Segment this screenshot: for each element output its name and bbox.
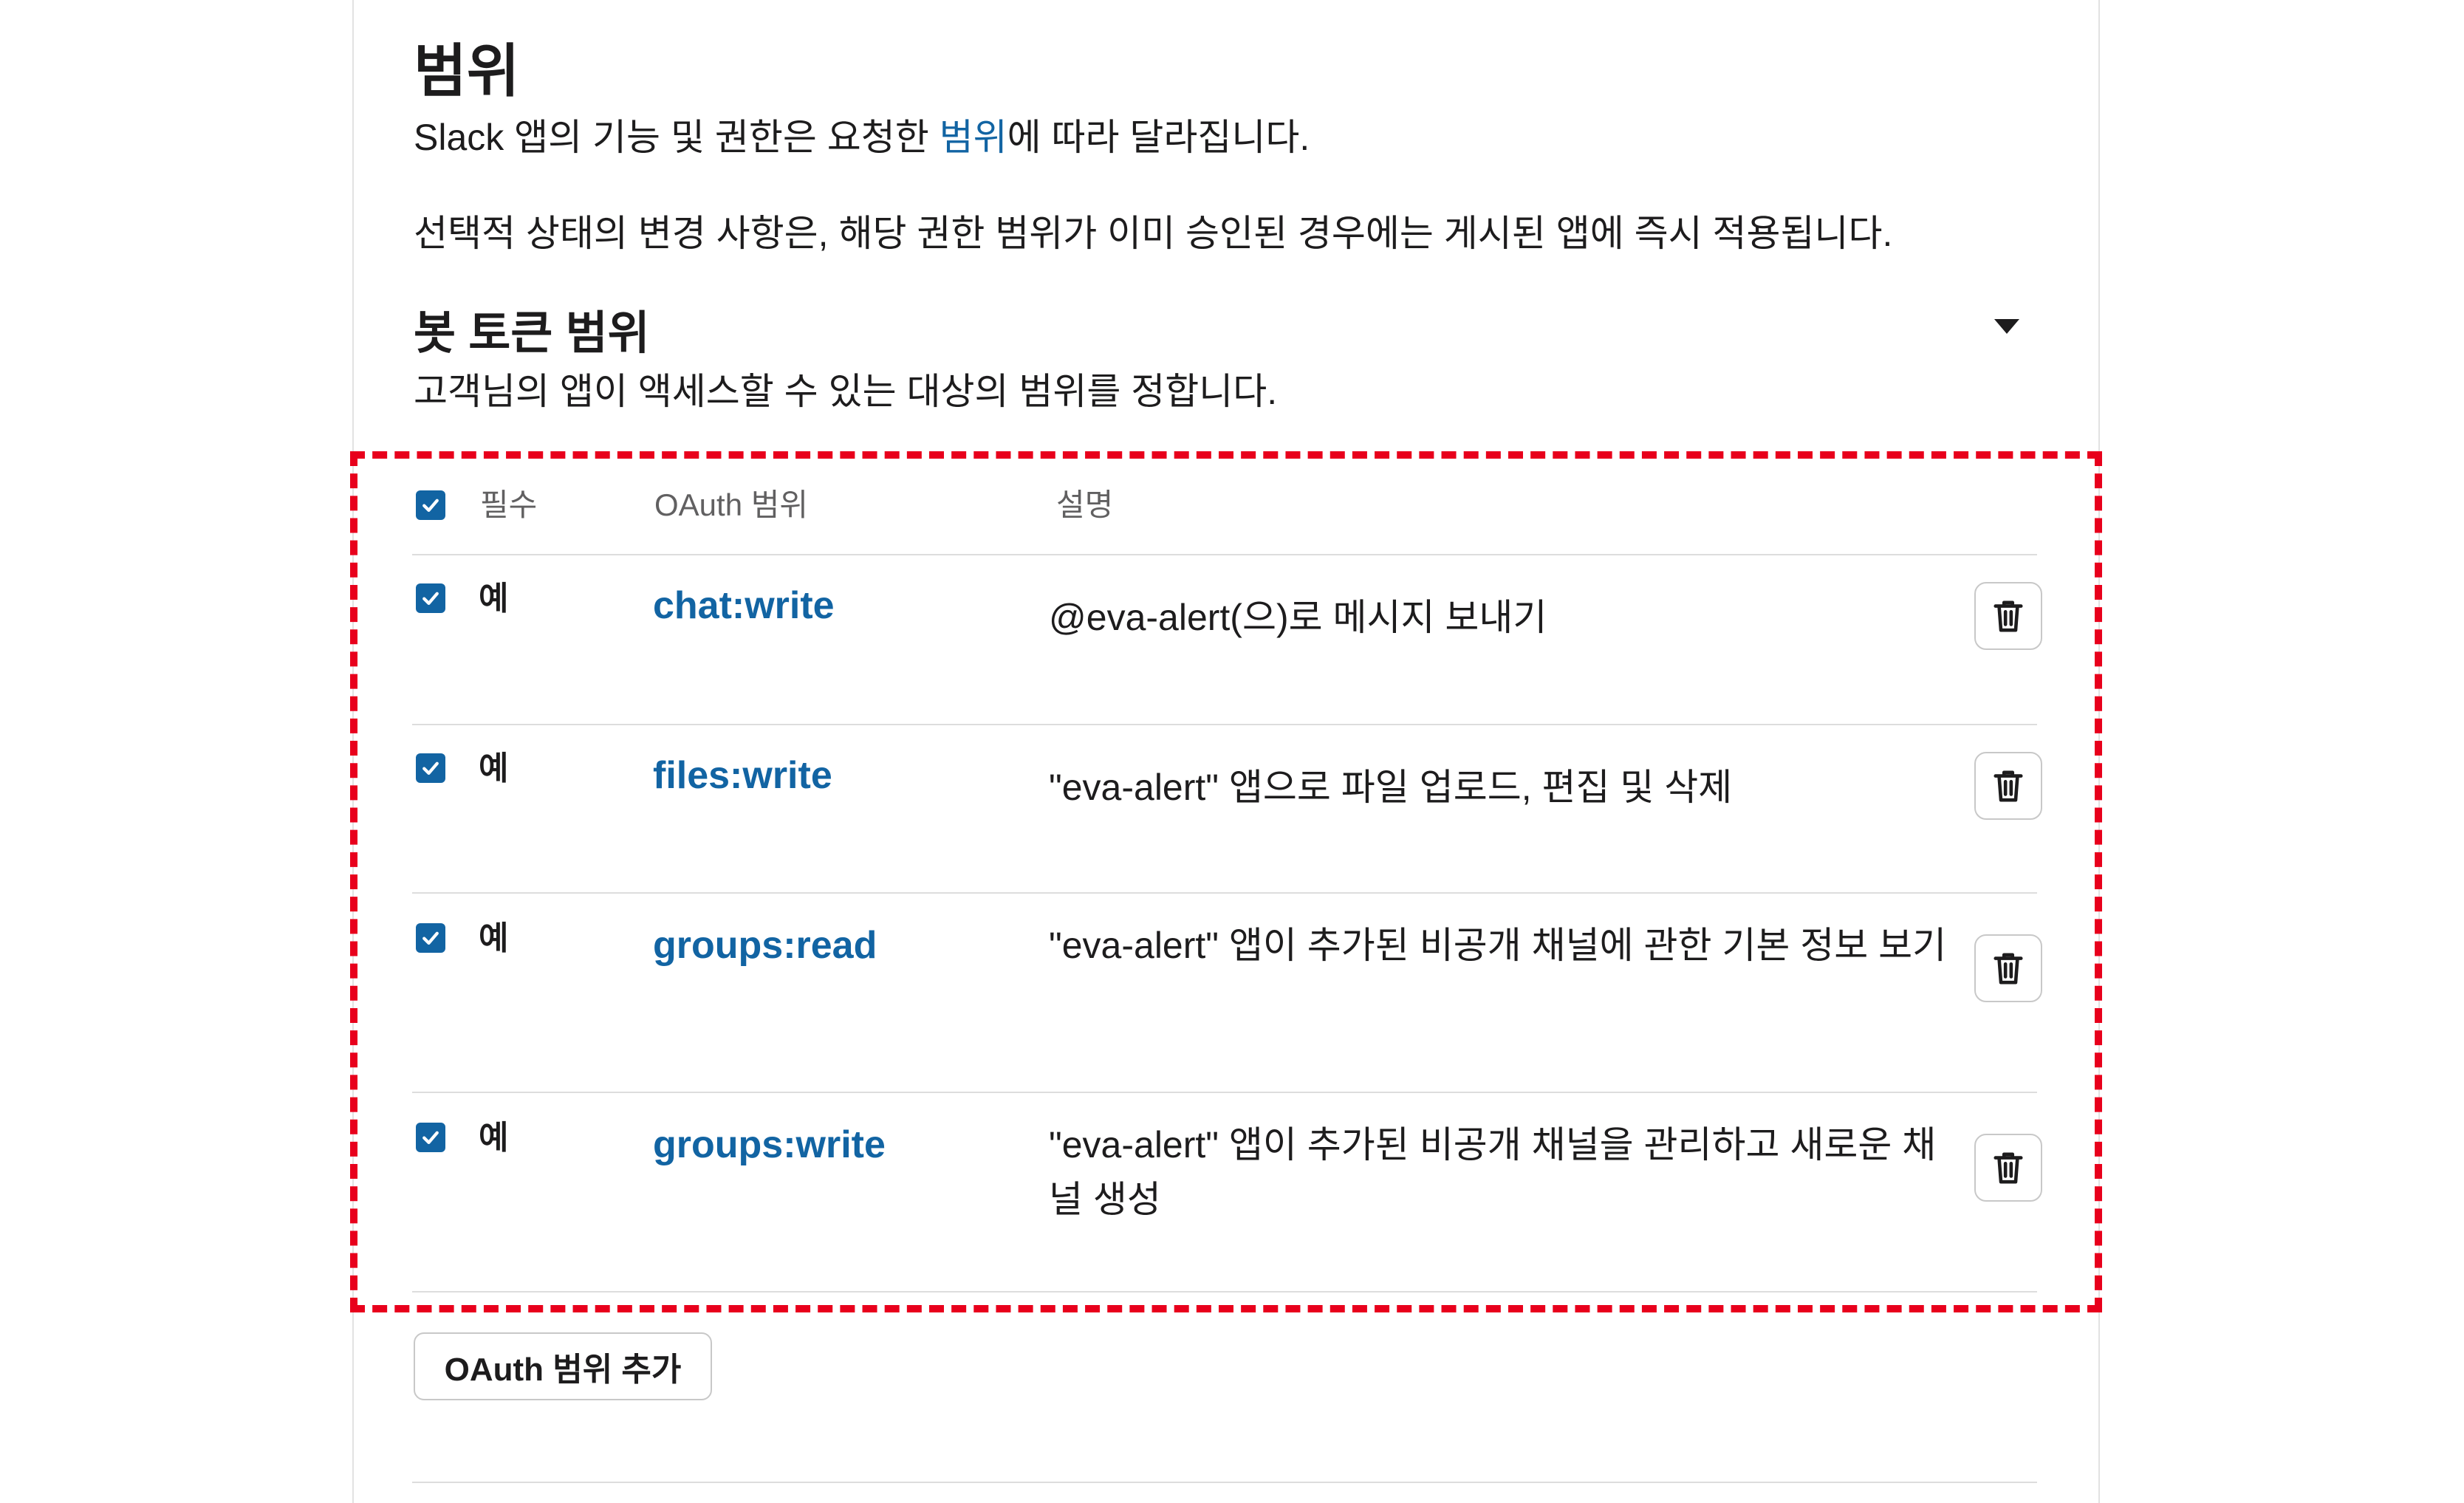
- column-header-required: 필수: [480, 487, 538, 522]
- select-all-checkbox[interactable]: [416, 490, 445, 520]
- row-divider: [412, 1291, 2037, 1293]
- trash-icon: [1994, 600, 2023, 632]
- row-divider: [412, 724, 2037, 725]
- row-required-checkbox[interactable]: [416, 923, 445, 953]
- row-scope-name[interactable]: groups:write: [653, 1121, 886, 1168]
- column-header-description: 설명: [1056, 487, 1114, 522]
- delete-scope-button[interactable]: [1974, 1134, 2042, 1202]
- row-required-checkbox[interactable]: [416, 583, 445, 613]
- row-scope-name[interactable]: chat:write: [653, 582, 835, 629]
- row-scope-description: "eva-alert" 앱이 추가된 비공개 채널에 관한 기본 정보 보기: [1049, 925, 1947, 966]
- column-header-scope: OAuth 범위: [654, 487, 809, 522]
- caret-down-icon[interactable]: [1994, 319, 2019, 334]
- delete-scope-button[interactable]: [1974, 752, 2042, 820]
- section-intro: Slack 앱의 기능 및 권한은 요청한 범위에 따라 달라집니다.: [414, 111, 1310, 164]
- trash-icon: [1994, 770, 2023, 802]
- row-scope-name[interactable]: files:write: [653, 752, 832, 799]
- header-divider: [412, 554, 2037, 555]
- row-divider: [412, 1092, 2037, 1093]
- scopes-link[interactable]: 범위: [940, 117, 1007, 158]
- intro-prefix: Slack 앱의 기능 및 권한은 요청한: [414, 117, 940, 158]
- row-required-checkbox[interactable]: [416, 753, 445, 783]
- row-scope-description: @eva-alert(으)로 메시지 보내기: [1049, 597, 1547, 638]
- delete-scope-button[interactable]: [1974, 934, 2042, 1002]
- row-required-label: 예: [479, 581, 509, 617]
- row-divider: [412, 892, 2037, 894]
- row-required-label: 예: [479, 750, 509, 787]
- row-scope-description: "eva-alert" 앱으로 파일 업로드, 편집 및 삭제: [1049, 767, 1733, 808]
- row-required-label: 예: [479, 1120, 509, 1156]
- bot-scopes-description: 고객님의 앱이 액세스할 수 있는 대상의 범위를 정합니다.: [414, 371, 1278, 412]
- row-scope-name[interactable]: groups:read: [653, 922, 877, 969]
- section-note: 선택적 상태의 변경 사항은, 해당 권한 범위가 이미 승인된 경우에는 게시…: [414, 213, 1893, 254]
- add-oauth-scope-button[interactable]: OAuth 범위 추가: [414, 1332, 712, 1400]
- section-title: 범위: [414, 38, 520, 103]
- bot-scopes-title: 봇 토큰 범위: [414, 308, 650, 359]
- row-scope-description: "eva-alert" 앱이 추가된 비공개 채널을 관리하고 새로운 채널 생…: [1049, 1124, 1937, 1220]
- trash-icon: [1994, 1152, 2023, 1184]
- intro-suffix: 에 따라 달라집니다.: [1007, 117, 1310, 158]
- trash-icon: [1994, 953, 2023, 985]
- row-required-label: 예: [479, 920, 509, 956]
- section-divider: [412, 1482, 2037, 1483]
- row-required-checkbox[interactable]: [416, 1123, 445, 1152]
- delete-scope-button[interactable]: [1974, 582, 2042, 650]
